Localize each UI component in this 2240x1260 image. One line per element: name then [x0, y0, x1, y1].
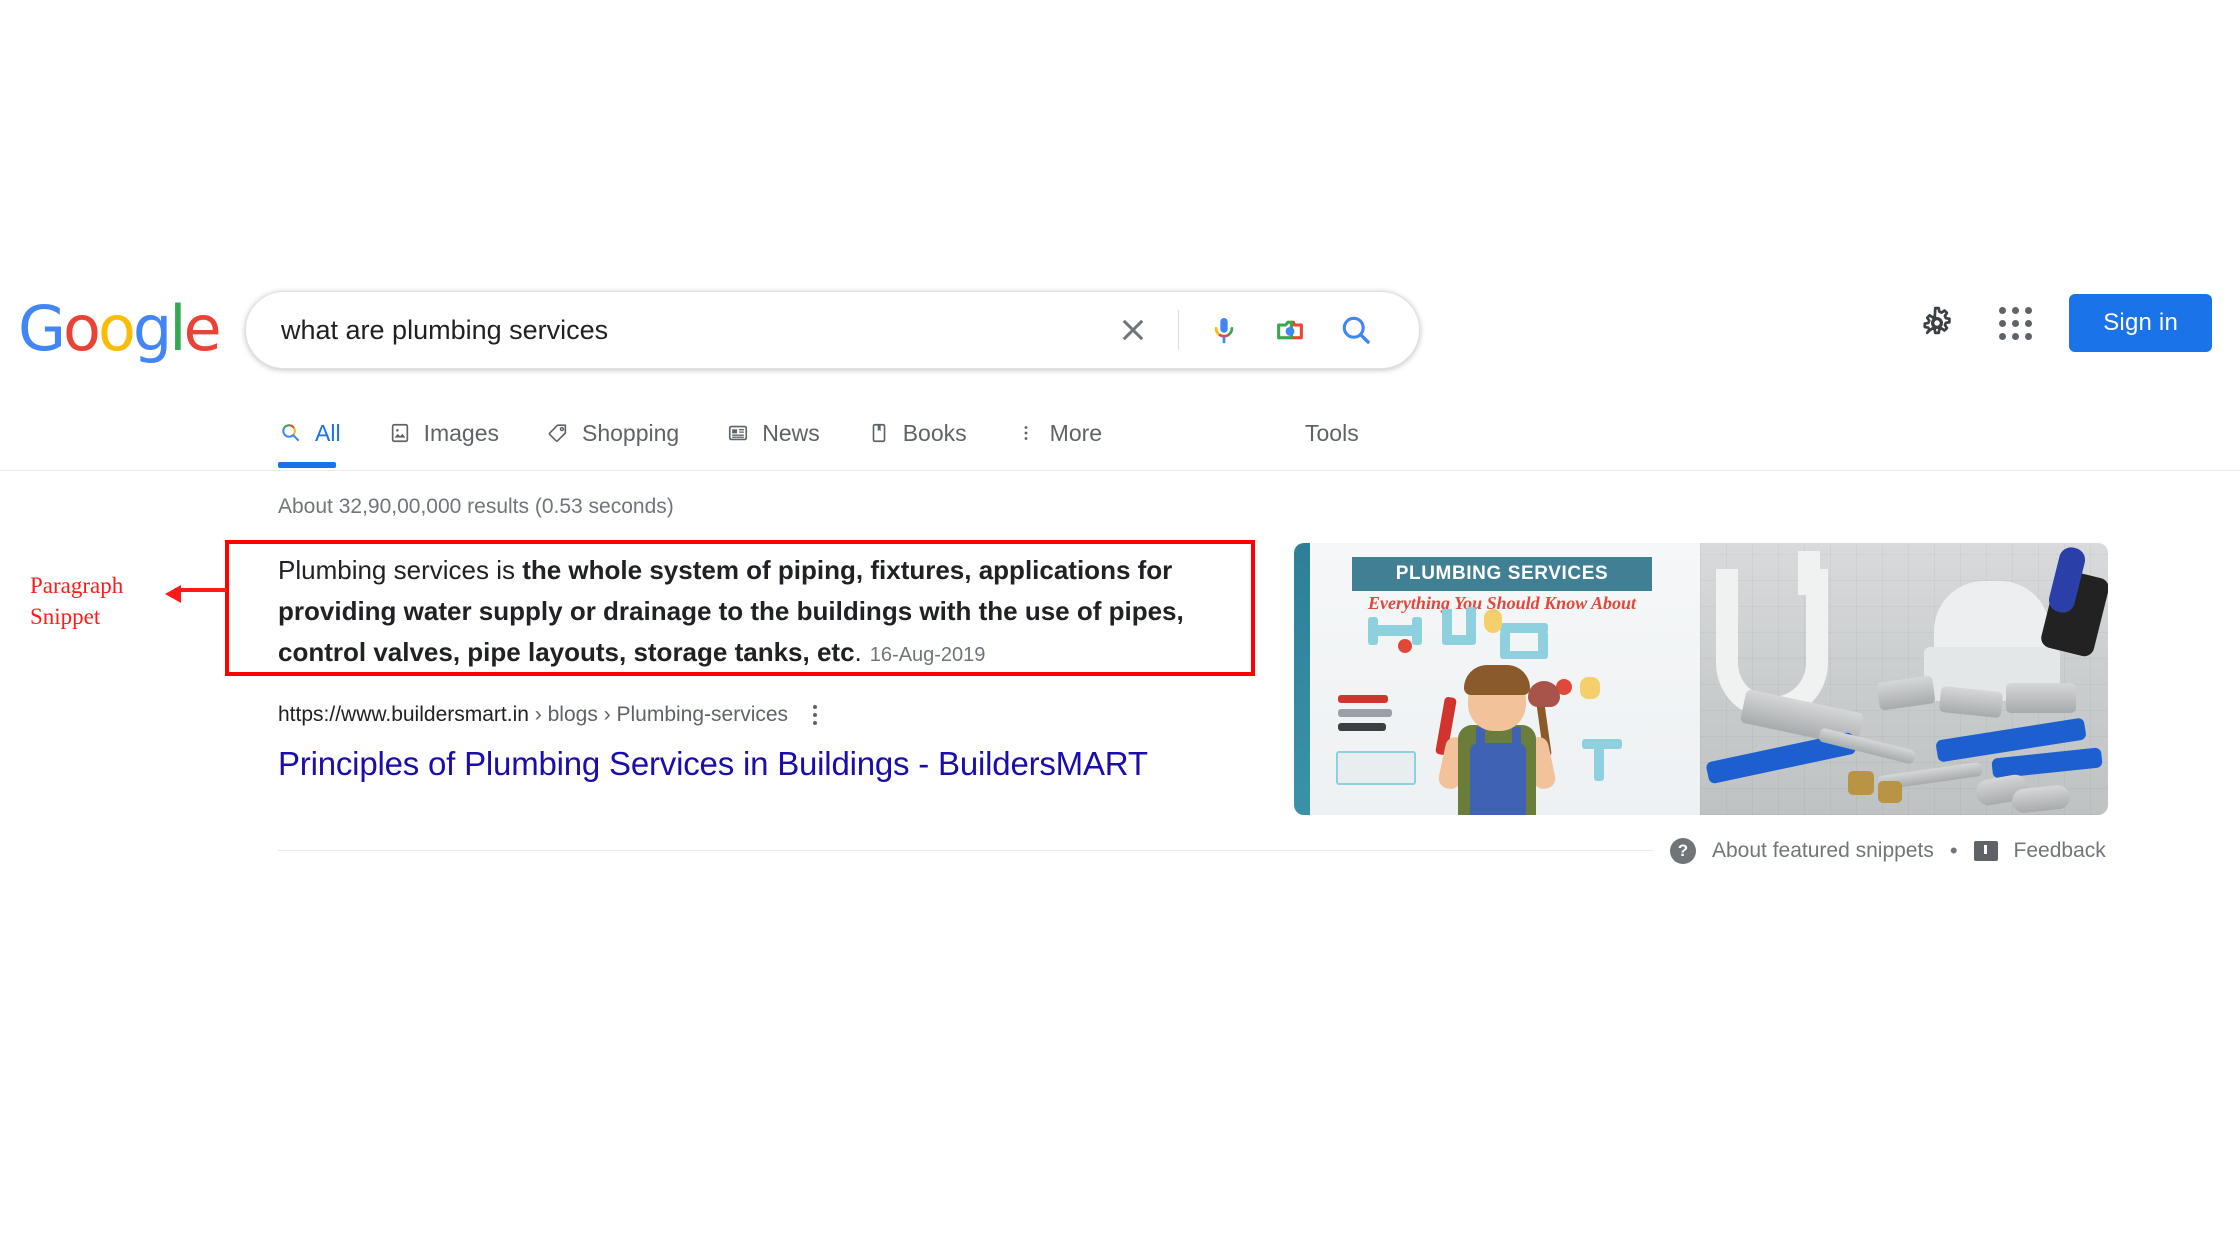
wrench-decor-1: [1338, 695, 1388, 703]
brass-fitting-2: [1878, 781, 1902, 803]
about-featured-snippets-link[interactable]: About featured snippets: [1712, 839, 1934, 863]
logo-letter-l: l: [169, 292, 186, 365]
wrench-decor-2: [1338, 709, 1392, 717]
image-icon: [387, 420, 413, 446]
annotation-label-line2: Snippet: [30, 604, 101, 629]
brass-fitting-1: [1848, 771, 1874, 795]
nav-item-label: All: [315, 419, 341, 446]
breadcrumb-separator-2: ›: [603, 703, 617, 726]
logo-letter-g1: G: [18, 292, 66, 365]
microphone-icon[interactable]: [1191, 297, 1257, 363]
wrench-decor-3: [1338, 723, 1386, 731]
search-icon: [278, 420, 304, 446]
search-bar-icons: [1100, 297, 1419, 363]
book-icon: [866, 420, 892, 446]
newspaper-icon: [725, 420, 751, 446]
nav-item-news[interactable]: News: [725, 400, 842, 466]
breadcrumb-2: Plumbing-services: [616, 703, 789, 726]
illustration-banner: PLUMBING SERVICES: [1352, 557, 1652, 591]
close-icon[interactable]: [1100, 297, 1166, 363]
sponge-decor: [1484, 609, 1502, 633]
p-trap-riser: [1798, 551, 1820, 595]
logo-letter-g2: g: [132, 292, 172, 365]
featured-snippet-footer: ? About featured snippets • Feedback: [1670, 838, 2106, 864]
nav-item-label: More: [1049, 419, 1103, 446]
illustration-banner-title: PLUMBING SERVICES: [1395, 563, 1609, 584]
logo-letter-o1: o: [63, 292, 101, 365]
valve-decor-red: [1398, 639, 1412, 653]
result-bottom-divider: [278, 850, 1653, 851]
footer-separator: •: [1949, 838, 1958, 863]
pipe-decor-6: [1466, 607, 1476, 645]
gear-icon[interactable]: [1913, 299, 1961, 347]
page-header: Google what are plumbing services Sign i…: [0, 286, 2240, 396]
snippet-trailing-text: .: [854, 637, 862, 667]
nav-item-all[interactable]: All: [278, 400, 363, 468]
apps-grid-icon[interactable]: [1991, 299, 2039, 347]
search-nav-bar: All Images Shopping News Books More Tool…: [0, 400, 2240, 472]
result-title-link[interactable]: Principles of Plumbing Services in Build…: [278, 745, 1148, 783]
nav-item-books[interactable]: Books: [866, 400, 989, 466]
snippet-date: 16-Aug-2019: [869, 644, 986, 666]
annotation-label: Paragraph Snippet: [30, 570, 123, 632]
featured-snippet-thumbnails: PLUMBING SERVICES Everything You Should …: [1294, 543, 2108, 815]
nav-item-label: Books: [902, 419, 967, 446]
logo-letter-e: e: [183, 292, 222, 365]
sign-in-button[interactable]: Sign in: [2069, 294, 2212, 352]
drain-decor: [1594, 747, 1604, 781]
google-logo[interactable]: Google: [18, 292, 222, 365]
nav-item-label: News: [762, 419, 820, 446]
results-count: About 32,90,00,000 results (0.53 seconds…: [278, 495, 674, 518]
illustration-banner-subtitle: Everything You Should Know About: [1367, 593, 1637, 613]
nav-item-more[interactable]: More: [1013, 400, 1124, 466]
nav-item-label: Images: [423, 419, 499, 446]
kebab-menu-icon: [1013, 420, 1039, 446]
active-tab-underline: [278, 462, 336, 468]
search-bar-divider: [1178, 310, 1179, 350]
search-input[interactable]: [246, 313, 1100, 347]
annotation-arrow-head: [165, 585, 181, 603]
search-bar[interactable]: [245, 291, 1420, 369]
breadcrumb-1: blogs: [547, 703, 598, 726]
google-lens-camera-icon[interactable]: [1257, 297, 1323, 363]
plumber-hair: [1464, 665, 1530, 695]
plumber-illustration: [1435, 665, 1560, 815]
featured-snippet-text: Plumbing services is the whole system of…: [278, 550, 1228, 676]
nav-bottom-divider: [0, 470, 2240, 471]
plumber-overalls: [1470, 743, 1526, 815]
result-url[interactable]: https://www.buildersmart.in › blogs › Pl…: [278, 703, 788, 727]
result-domain: https://www.buildersmart.in: [278, 703, 529, 726]
annotation-arrow-shaft: [175, 588, 227, 592]
logo-letter-o2: o: [97, 292, 136, 365]
help-question-icon: ?: [1670, 838, 1696, 864]
plunger-cup: [1528, 681, 1560, 707]
illustration-left-bar: [1294, 543, 1310, 815]
annotation-label-line1: Paragraph: [30, 573, 124, 598]
metal-fitting-3: [2006, 683, 2076, 713]
feedback-flag-icon: [1973, 841, 1998, 861]
glove-decor: [1580, 677, 1600, 699]
tools-button[interactable]: Tools: [1305, 400, 1359, 466]
result-options-kebab-icon[interactable]: [806, 700, 824, 730]
header-right-controls: Sign in: [1913, 294, 2212, 352]
nav-items: All Images Shopping News Books More: [278, 400, 1148, 468]
annotation-arrow: [165, 585, 227, 603]
pipe-decor-2: [1368, 617, 1378, 645]
nav-item-shopping[interactable]: Shopping: [545, 400, 701, 466]
nav-item-label: Shopping: [582, 419, 680, 446]
tag-icon: [545, 420, 571, 446]
pipe-decor-3: [1412, 617, 1422, 645]
snippet-lead-text: Plumbing services is: [278, 555, 523, 585]
feedback-link[interactable]: Feedback: [2014, 839, 2106, 863]
result-url-row: https://www.buildersmart.in › blogs › Pl…: [278, 700, 824, 730]
pipe-decor-10: [1500, 651, 1548, 659]
thumbnail-photo[interactable]: [1700, 543, 2108, 815]
sink-decor: [1336, 751, 1416, 785]
search-icon[interactable]: [1323, 297, 1389, 363]
thumbnail-illustration[interactable]: PLUMBING SERVICES Everything You Should …: [1294, 543, 1700, 815]
apps-grid-dots: [1998, 306, 2032, 340]
nav-item-images[interactable]: Images: [387, 400, 521, 466]
breadcrumb-separator-1: ›: [534, 703, 548, 726]
